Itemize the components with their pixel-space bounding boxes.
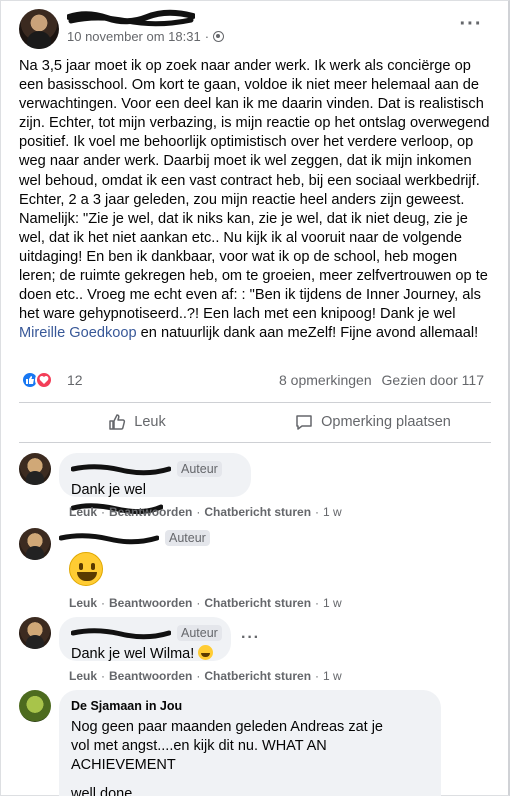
author-name-redacted[interactable]: [66, 9, 196, 27]
comment-item: De Sjamaan in Jou Nog geen paar maanden …: [19, 690, 491, 796]
post-text-part2: en natuurlijk dank aan meZelf! Fijne avo…: [136, 325, 479, 342]
commenter-avatar[interactable]: [19, 617, 51, 649]
comment-text: Nog geen paar maanden geleden Andreas za…: [71, 719, 383, 796]
reactions-summary[interactable]: 12: [21, 371, 83, 389]
globe-icon[interactable]: [213, 31, 225, 42]
comment-like-link[interactable]: Leuk: [69, 505, 97, 519]
author-badge: Auteur: [177, 625, 222, 641]
author-avatar[interactable]: [19, 9, 59, 49]
comment-item: Auteur Leuk · Beantwoorden · Chatbericht s…: [19, 528, 491, 613]
comment-reply-link[interactable]: Beantwoorden: [109, 505, 192, 519]
reaction-count: 12: [67, 372, 83, 388]
post-card: 10 november om 18:31 · ··· Na 3,5 jaar m…: [0, 0, 510, 796]
commenter-name-redacted[interactable]: [71, 461, 171, 477]
post-text-part1: Na 3,5 jaar moet ik op zoek naar ander w…: [19, 58, 494, 323]
comment-item: Auteur Dank je wel Wilma! ··· Leuk · Bean…: [19, 617, 491, 687]
post-stats: 8 opmerkingen Gezien door 117: [279, 372, 484, 388]
comment-bubble: Auteur Dank je wel: [59, 453, 251, 515]
post-header: 10 november om 18:31 · ···: [19, 9, 499, 49]
comment-actions: Leuk · Beantwoorden · Chatbericht sturen · …: [69, 669, 342, 683]
post-timestamp[interactable]: 10 november om 18:31: [67, 29, 201, 44]
more-icon: ···: [241, 629, 260, 646]
action-bar: Leuk Opmerking plaatsen: [19, 403, 491, 441]
comment-reply-link[interactable]: Beantwoorden: [109, 669, 192, 683]
comment-like-link[interactable]: Leuk: [69, 596, 97, 610]
commenter-name-redacted[interactable]: [71, 625, 171, 641]
comment-reply-link[interactable]: Beantwoorden: [109, 596, 192, 610]
like-label: Leuk: [134, 414, 166, 430]
comment-header: Auteur: [59, 530, 210, 546]
comment-chat-link[interactable]: Chatbericht sturen: [204, 669, 311, 683]
grinning-emoji-icon: [69, 552, 103, 586]
comment-actions: Leuk · Beantwoorden · Chatbericht sturen · …: [69, 505, 342, 519]
commenter-name-redacted[interactable]: [59, 530, 159, 546]
smile-emoji-icon: [198, 645, 214, 660]
commenter-avatar[interactable]: [19, 453, 51, 485]
commenter-name[interactable]: De Sjamaan in Jou: [71, 699, 182, 713]
comment-item: Auteur Dank je wel Leuk · Beantwoorden · C…: [19, 453, 491, 523]
comment-chat-link[interactable]: Chatbericht sturen: [204, 596, 311, 610]
like-button[interactable]: Leuk: [19, 403, 255, 441]
comments-count-link[interactable]: 8 opmerkingen: [279, 372, 372, 388]
comment-bubble: Auteur Dank je wel Wilma!: [59, 617, 231, 664]
more-icon: ···: [459, 13, 483, 35]
divider: [19, 442, 491, 443]
post-body: Na 3,5 jaar moet ik op zoek naar ander w…: [19, 57, 495, 343]
author-badge: Auteur: [177, 461, 222, 477]
author-badge: Auteur: [165, 530, 210, 546]
commenter-avatar[interactable]: [19, 528, 51, 560]
comment-text: Dank je wel Wilma!: [71, 645, 219, 664]
views-count: Gezien door 117: [381, 372, 484, 388]
comment-icon: [296, 415, 312, 430]
comment-label: Opmerking plaatsen: [321, 414, 451, 430]
redaction-scribble: [66, 9, 196, 27]
comment-time[interactable]: 1 w: [323, 596, 342, 610]
comment-like-link[interactable]: Leuk: [69, 669, 97, 683]
commenter-avatar[interactable]: [19, 690, 51, 722]
more-options-button[interactable]: ···: [455, 13, 487, 39]
comment-chat-link[interactable]: Chatbericht sturen: [204, 505, 311, 519]
comment-more-button[interactable]: ···: [241, 629, 260, 647]
comment-time[interactable]: 1 w: [323, 669, 342, 683]
comment-button[interactable]: Opmerking plaatsen: [255, 403, 491, 441]
comment-actions: Leuk · Beantwoorden · Chatbericht sturen · …: [69, 596, 342, 610]
comment-time[interactable]: 1 w: [323, 505, 342, 519]
comment-bubble: De Sjamaan in Jou Nog geen paar maanden …: [59, 690, 441, 796]
thumbs-up-icon: [109, 414, 126, 430]
love-reaction-icon: [35, 371, 53, 389]
post-meta: 10 november om 18:31 ·: [67, 29, 225, 44]
mention-link[interactable]: Mireille Goedkoop: [19, 325, 137, 341]
